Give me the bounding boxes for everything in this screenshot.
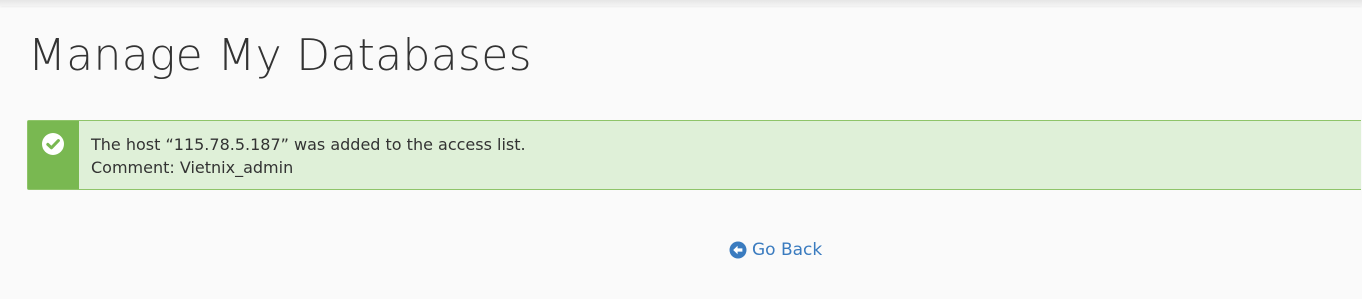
alert-icon-column <box>28 121 79 189</box>
top-bar <box>0 0 1362 6</box>
arrow-circle-left-icon <box>729 241 747 259</box>
success-alert: The host “115.78.5.187” was added to the… <box>27 120 1361 190</box>
page-title: Manage My Databases <box>28 30 532 81</box>
alert-message: The host “115.78.5.187” was added to the… <box>91 135 526 154</box>
check-circle-icon <box>42 133 64 155</box>
go-back-link[interactable]: Go Back <box>729 240 822 260</box>
go-back-label: Go Back <box>752 240 823 260</box>
alert-comment: Comment: Vietnix_admin <box>91 158 294 177</box>
alert-text: The host “115.78.5.187” was added to the… <box>79 121 526 189</box>
